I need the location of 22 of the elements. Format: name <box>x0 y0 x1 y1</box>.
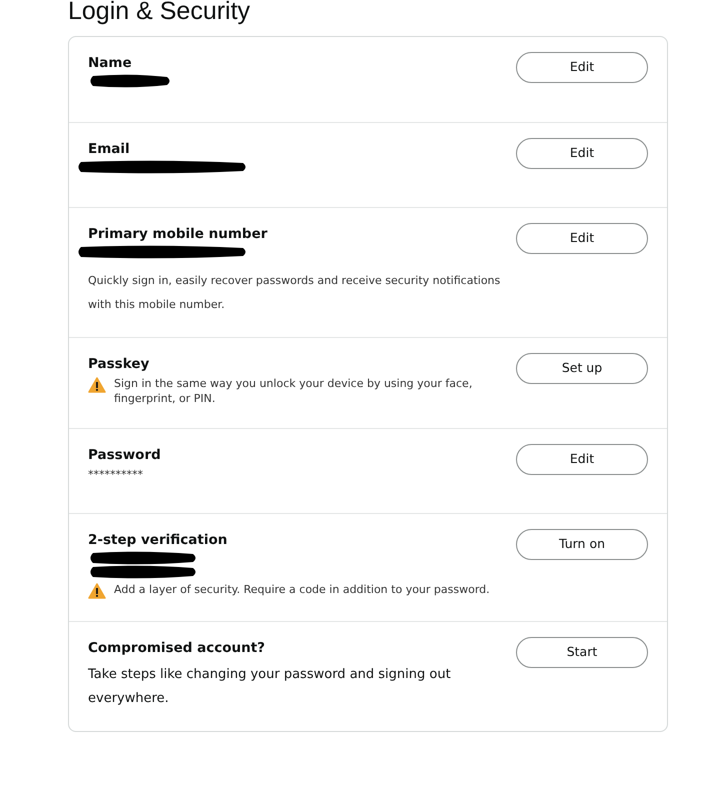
action-button[interactable]: Edit <box>516 138 648 169</box>
action-button[interactable]: Turn on <box>516 529 648 560</box>
action-button[interactable]: Start <box>516 637 648 668</box>
page-title: Login & Security <box>68 0 252 24</box>
description-text: Quickly sign in, easily recover passwords and receive security notifications with this mobile number. <box>88 274 500 311</box>
setting-title: 2-step verification <box>88 531 228 549</box>
setting-title: Name <box>88 54 133 72</box>
action-button[interactable]: Edit <box>516 52 648 83</box>
masked-password: ********** <box>88 467 143 483</box>
warning-icon <box>88 583 106 599</box>
setting-title: Passkey <box>88 355 150 373</box>
setting-title: Primary mobile number <box>88 225 268 243</box>
description-text: Sign in the same way you unlock your device by using your face, fingerprint, or PIN. <box>114 376 474 406</box>
setting-title: Password <box>88 446 162 464</box>
description-text: Take steps like changing your password and signing out everywhere. <box>88 667 451 706</box>
action-button[interactable]: Edit <box>516 444 648 475</box>
description-text: Add a layer of security. Require a code in addition to your password. <box>114 582 490 597</box>
setting-title: Email <box>88 140 131 158</box>
action-button[interactable]: Edit <box>516 223 648 254</box>
action-button[interactable]: Set up <box>516 353 648 384</box>
warning-icon <box>88 377 106 393</box>
setting-title: Compromised account? <box>88 639 266 657</box>
